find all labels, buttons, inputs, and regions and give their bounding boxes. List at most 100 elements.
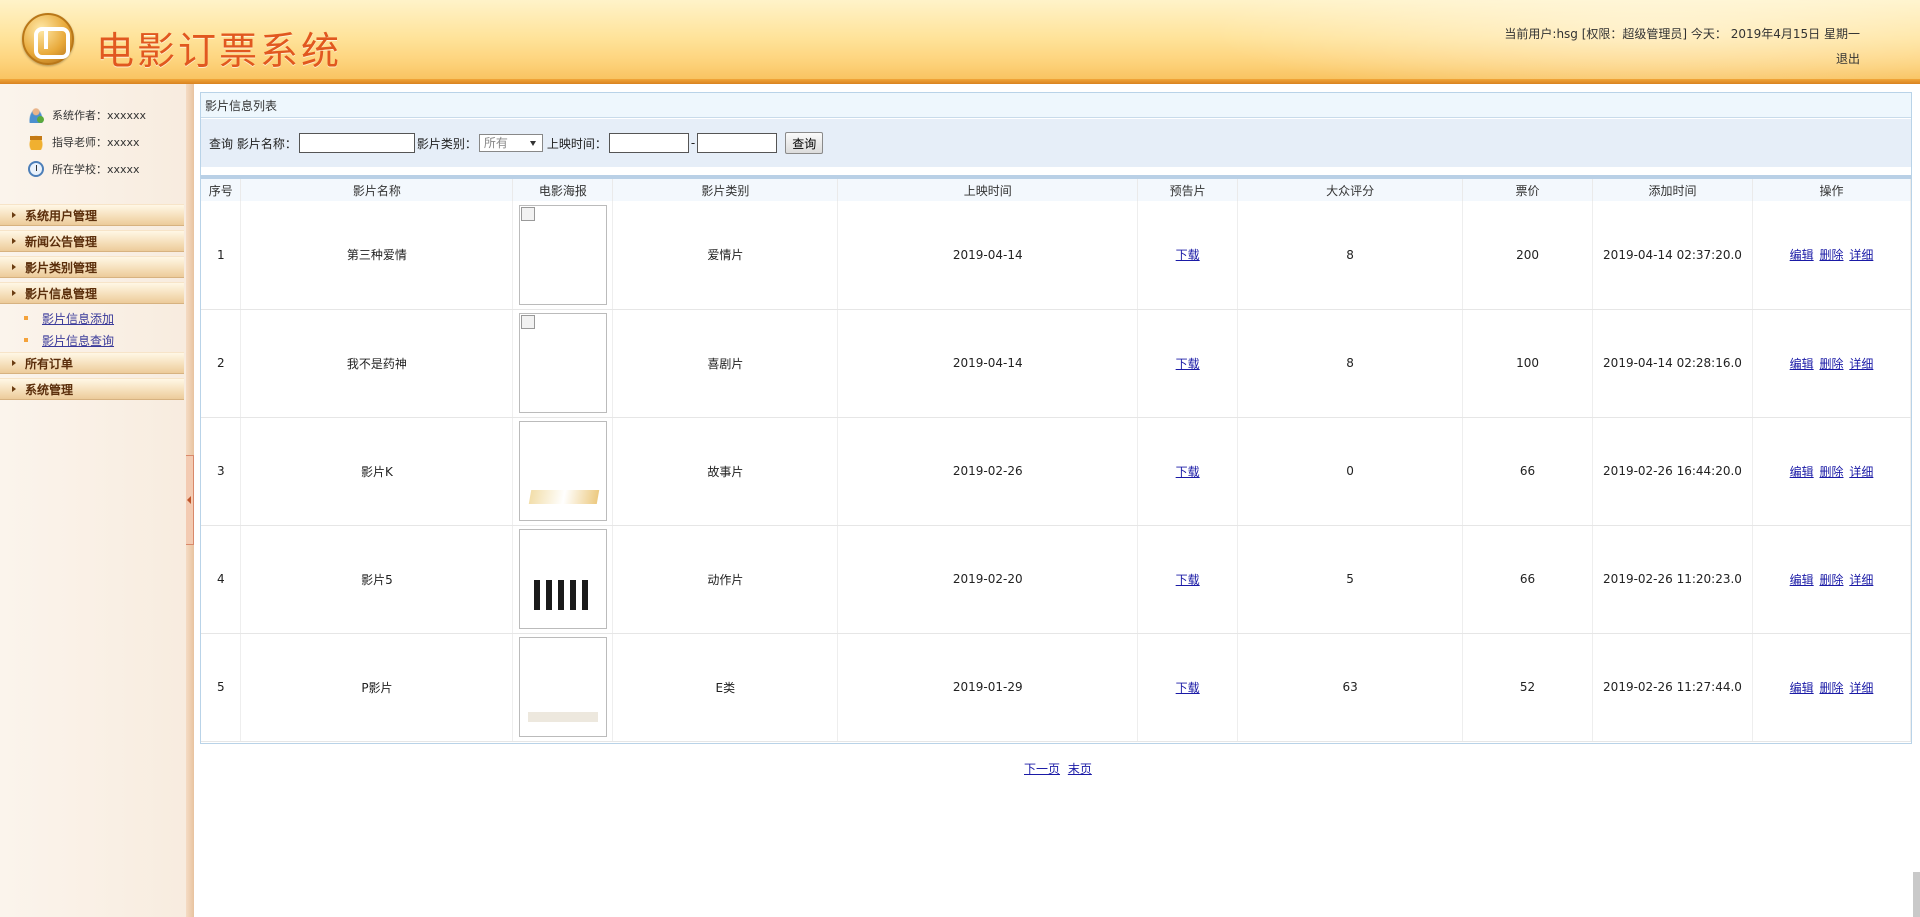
cell-poster bbox=[512, 633, 614, 742]
col-header-release: 上映时间 bbox=[837, 179, 1139, 201]
cell-price: 200 bbox=[1462, 201, 1594, 310]
detail-link[interactable]: 详细 bbox=[1849, 248, 1873, 262]
chevron-right-icon bbox=[12, 212, 16, 218]
menu-all-orders[interactable]: 所有订单 bbox=[0, 352, 184, 374]
edit-link[interactable]: 编辑 bbox=[1790, 681, 1814, 695]
delete-link[interactable]: 删除 bbox=[1819, 573, 1843, 587]
trailer-download-link[interactable]: 下载 bbox=[1176, 465, 1200, 479]
logout-link[interactable]: 退出 bbox=[1836, 50, 1860, 67]
header-bottom-strip bbox=[0, 79, 1920, 84]
trailer-download-link[interactable]: 下载 bbox=[1176, 248, 1200, 262]
cell-category: 爱情片 bbox=[612, 201, 839, 310]
search-category-label: 影片类别： bbox=[416, 136, 477, 151]
table-row: 3 影片K 故事片 2019-02-26 下载 0 66 2019-02-26 … bbox=[201, 417, 1912, 526]
edit-link[interactable]: 编辑 bbox=[1790, 248, 1814, 262]
col-header-price: 票价 bbox=[1462, 179, 1594, 201]
menu-system-admin[interactable]: 系统管理 bbox=[0, 378, 184, 400]
table-row: 1 第三种爱情 爱情片 2019-04-14 下载 8 200 2019-04-… bbox=[201, 201, 1912, 310]
last-page-link[interactable]: 末页 bbox=[1068, 762, 1092, 776]
table-row: 4 影片5 动作片 2019-02-20 下载 5 66 2019-02-26 … bbox=[201, 525, 1912, 634]
trailer-download-link[interactable]: 下载 bbox=[1176, 573, 1200, 587]
person-icon bbox=[28, 107, 44, 123]
logo-icon bbox=[22, 13, 74, 65]
cell-no: 2 bbox=[201, 309, 242, 418]
release-date-from-input[interactable] bbox=[608, 133, 689, 153]
delete-link[interactable]: 删除 bbox=[1819, 465, 1843, 479]
chevron-right-icon bbox=[12, 238, 16, 244]
menu-movie-info[interactable]: 影片信息管理 bbox=[0, 282, 184, 304]
cell-category: 喜剧片 bbox=[612, 309, 839, 418]
edit-link[interactable]: 编辑 bbox=[1790, 573, 1814, 587]
cell-added: 2019-02-26 11:27:44.0 bbox=[1592, 633, 1753, 742]
teacher-info: 指导老师：xxxxx bbox=[28, 134, 140, 150]
scrollbar-thumb[interactable] bbox=[1913, 872, 1920, 917]
cell-added: 2019-04-14 02:37:20.0 bbox=[1592, 201, 1753, 310]
cell-poster bbox=[512, 417, 614, 526]
cell-trailer: 下载 bbox=[1137, 525, 1239, 634]
movie-table: 序号 影片名称 电影海报 影片类别 上映时间 预告片 大众评分 票价 添加时间 … bbox=[201, 179, 1912, 742]
cell-release: 2019-01-29 bbox=[837, 633, 1139, 742]
cell-rating: 63 bbox=[1237, 633, 1464, 742]
broken-image-icon bbox=[520, 315, 535, 329]
cell-name: 影片5 bbox=[240, 525, 514, 634]
cell-name: P影片 bbox=[240, 633, 514, 742]
poster-image bbox=[518, 204, 607, 305]
cell-added: 2019-02-26 16:44:20.0 bbox=[1592, 417, 1753, 526]
header-banner: 电影订票系统 当前用户:hsg [权限：超级管理员] 今天： 2019年4月15… bbox=[0, 0, 1920, 84]
menu-label: 所有订单 bbox=[25, 356, 74, 371]
delete-link[interactable]: 删除 bbox=[1819, 248, 1843, 262]
cell-poster bbox=[512, 201, 614, 310]
movie-name-input[interactable] bbox=[298, 133, 415, 153]
cell-category: 动作片 bbox=[612, 525, 839, 634]
menu-system-users[interactable]: 系统用户管理 bbox=[0, 204, 184, 226]
detail-link[interactable]: 详细 bbox=[1849, 357, 1873, 371]
date-range-separator: - bbox=[690, 136, 696, 150]
cell-price: 52 bbox=[1462, 633, 1594, 742]
menu-movie-categories[interactable]: 影片类别管理 bbox=[0, 256, 184, 278]
cell-actions: 编辑 删除 详细 bbox=[1752, 633, 1912, 742]
cell-name: 我不是药神 bbox=[240, 309, 514, 418]
cell-trailer: 下载 bbox=[1137, 309, 1239, 418]
cell-release: 2019-04-14 bbox=[837, 201, 1139, 310]
edit-link[interactable]: 编辑 bbox=[1790, 465, 1814, 479]
author-label: 系统作者：xxxxxx bbox=[52, 109, 147, 122]
submenu-add-movie[interactable]: 影片信息添加 bbox=[24, 309, 114, 327]
col-header-rating: 大众评分 bbox=[1237, 179, 1464, 201]
cell-added: 2019-02-26 11:20:23.0 bbox=[1592, 525, 1753, 634]
sidebar-collapse-handle[interactable] bbox=[186, 455, 194, 545]
category-select[interactable]: 所有 bbox=[478, 134, 543, 152]
table-row: 2 我不是药神 喜剧片 2019-04-14 下载 8 100 2019-04-… bbox=[201, 309, 1912, 418]
col-header-no: 序号 bbox=[201, 179, 242, 201]
trailer-download-link[interactable]: 下载 bbox=[1176, 357, 1200, 371]
col-header-name: 影片名称 bbox=[240, 179, 514, 201]
sidebar: 系统作者：xxxxxx 指导老师：xxxxx 所在学校：xxxxx 系统用户管理… bbox=[0, 84, 186, 917]
table-header-row: 序号 影片名称 电影海报 影片类别 上映时间 预告片 大众评分 票价 添加时间 … bbox=[201, 179, 1912, 201]
cell-price: 66 bbox=[1462, 525, 1594, 634]
chevron-right-icon bbox=[12, 360, 16, 366]
detail-link[interactable]: 详细 bbox=[1849, 573, 1873, 587]
cell-trailer: 下载 bbox=[1137, 633, 1239, 742]
search-bar: 查询 影片名称： 影片类别： 所有 上映时间： - 查询 bbox=[201, 119, 1911, 167]
bullet-icon bbox=[24, 338, 28, 342]
cell-release: 2019-04-14 bbox=[837, 309, 1139, 418]
poster-image bbox=[518, 529, 607, 629]
chevron-right-icon bbox=[12, 386, 16, 392]
trailer-download-link[interactable]: 下载 bbox=[1176, 681, 1200, 695]
search-button[interactable]: 查询 bbox=[785, 132, 824, 154]
delete-link[interactable]: 删除 bbox=[1819, 681, 1843, 695]
menu-label: 系统用户管理 bbox=[25, 208, 98, 223]
edit-link[interactable]: 编辑 bbox=[1790, 357, 1814, 371]
menu-label: 影片信息管理 bbox=[25, 286, 98, 301]
next-page-link[interactable]: 下一页 bbox=[1024, 762, 1060, 776]
menu-news[interactable]: 新闻公告管理 bbox=[0, 230, 184, 252]
delete-link[interactable]: 删除 bbox=[1819, 357, 1843, 371]
detail-link[interactable]: 详细 bbox=[1849, 681, 1873, 695]
cell-no: 3 bbox=[201, 417, 242, 526]
submenu-query-movie[interactable]: 影片信息查询 bbox=[24, 331, 114, 349]
detail-link[interactable]: 详细 bbox=[1849, 465, 1873, 479]
app-title: 电影订票系统 bbox=[96, 29, 343, 73]
cell-name: 影片K bbox=[240, 417, 514, 526]
menu-label: 系统管理 bbox=[25, 382, 74, 397]
release-date-to-input[interactable] bbox=[697, 133, 778, 153]
poster-image bbox=[518, 313, 607, 413]
